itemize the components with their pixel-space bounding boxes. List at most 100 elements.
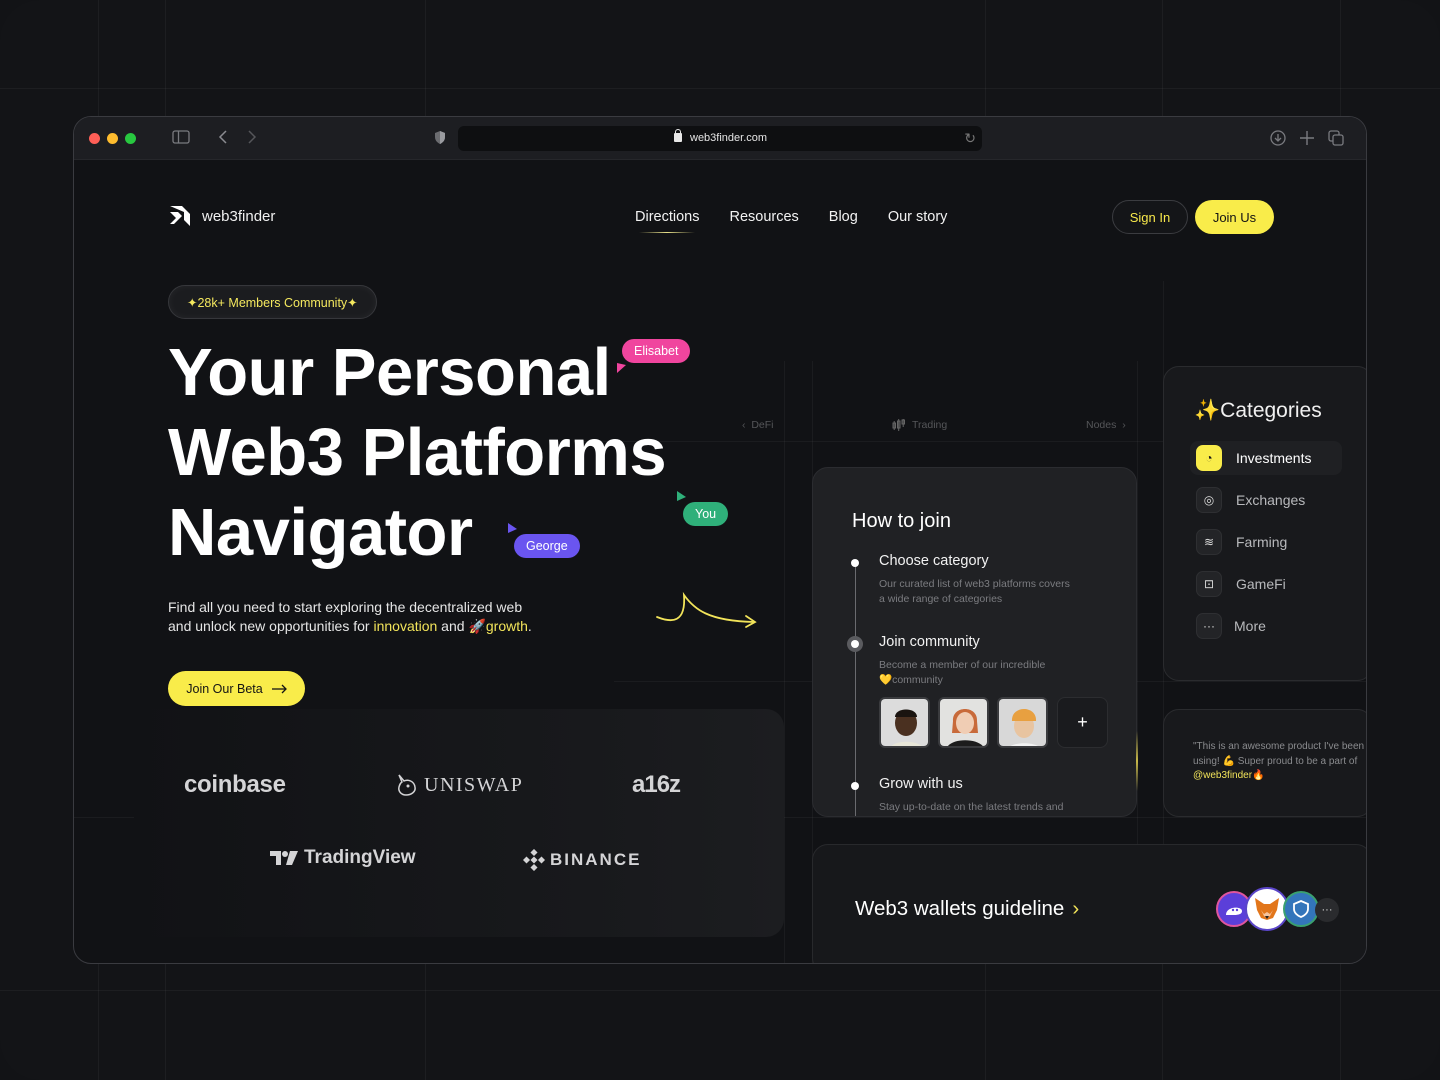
testimonial-line: using! 💪 Super proud to be a part of [1193,755,1358,767]
wallets-title-text: Web3 wallets guideline [855,897,1065,920]
carousel-prev-defi[interactable]: ‹ DeFi [742,419,774,431]
fire-icon: 🔥 [1252,770,1265,781]
step-desc: Become a member of our incredible 💛commun… [879,658,1045,688]
pie-chart-icon: ◔ [1196,445,1222,471]
address-bar[interactable]: web3finder.com ↻ [458,126,982,151]
lock-icon [674,129,682,142]
a16z-logo: a16z [632,771,681,798]
join-beta-label: Join Our Beta [186,681,263,696]
coins-icon: ◎ [1196,487,1222,513]
member-avatar[interactable] [997,697,1048,748]
category-label: Exchanges [1236,492,1306,508]
testimonial-text: "This is an awesome product I've been us… [1193,740,1366,784]
tradingview-text: TradingView [304,847,416,868]
coinbase-logo: coinbase [184,771,286,798]
close-window-button[interactable] [89,133,100,144]
timeline-dot [851,782,859,790]
category-label: GameFi [1236,576,1286,592]
binance-icon [523,849,545,871]
timeline-dot [851,559,859,567]
cursor-pointer-elisabet-icon [617,363,626,373]
chevron-right-icon: › [1072,897,1080,920]
wallets-title: Web3 wallets guideline › [855,897,1079,921]
trust-wallet-icon [1283,891,1319,927]
partners-section [134,709,784,937]
desc-line-2: and unlock new opportunities for innovat… [168,617,532,636]
wallets-guideline-card[interactable]: Web3 wallets guideline › ··· [812,844,1366,963]
candlestick-icon [892,419,905,431]
browser-window: web3finder.com ↻ web3finder Directions R… [73,116,1367,964]
category-farming[interactable]: ≋ Farming [1190,525,1342,559]
binance-logo: BINANCE [523,849,641,871]
hero-description: Find all you need to start exploring the… [168,598,532,636]
minimize-window-button[interactable] [107,133,118,144]
forward-icon[interactable] [247,129,257,148]
categories-title: ✨Categories [1194,399,1322,422]
maximize-window-button[interactable] [125,133,136,144]
step-desc-line: Stay up-to-date on the latest trends and [879,801,1064,813]
cursor-label-george: George [514,534,580,558]
highlight-growth: growth [485,618,528,634]
carousel-current-trading[interactable]: Trading [892,419,947,431]
nav-our-story[interactable]: Our story [888,209,948,225]
nav-resources[interactable]: Resources [729,209,798,225]
rocket-icon: 🚀 [468,618,486,634]
tabs-overview-icon[interactable] [1328,130,1344,149]
add-member-button[interactable]: + [1057,697,1108,748]
member-avatar[interactable] [938,697,989,748]
category-label: Investments [1236,450,1312,466]
tab-label-nodes: Nodes [1086,419,1117,431]
backdrop: web3finder.com ↻ web3finder Directions R… [0,0,1440,1080]
logo-text: web3finder [202,207,276,225]
web3finder-logo-icon [168,204,192,228]
desc-text: and [437,618,469,634]
category-label: More [1234,618,1266,634]
hand-drawn-arrow-icon [656,591,757,628]
download-icon[interactable] [1270,130,1286,149]
category-more[interactable]: ··· More [1190,609,1342,643]
uniswap-logo: UNISWAP [396,773,523,797]
stack-coins-icon: ≋ [1196,529,1222,555]
cursor-pointer-you-icon [677,491,686,501]
join-beta-button[interactable]: Join Our Beta [168,671,305,706]
category-label: Farming [1236,534,1288,550]
tradingview-icon [270,851,298,865]
hero-title-line-1: Your Personal [168,335,611,410]
join-us-button[interactable]: Join Us [1195,200,1274,234]
hero-title-line-3: Navigator [168,495,473,570]
members-badge: ✦28k+ Members Community✦ [168,285,377,319]
highlight-innovation: innovation [373,618,438,634]
cursor-label-elisabet: Elisabet [622,339,691,363]
site-logo[interactable]: web3finder [168,204,275,228]
shield-icon[interactable] [434,130,446,148]
step-desc-line: 💛community [879,674,943,686]
gamepad-icon: ⊡ [1196,571,1222,597]
reload-icon[interactable]: ↻ [964,130,976,147]
member-avatar[interactable] [879,697,930,748]
nav-blog[interactable]: Blog [829,209,858,225]
step-desc: Our curated list of web3 platforms cover… [879,577,1070,607]
more-wallets-button[interactable]: ··· [1315,898,1339,922]
categories-card: ✨Categories ◔ Investments ◎ Exchanges ≋ … [1163,366,1366,681]
sidebar-icon[interactable] [172,130,190,147]
back-icon[interactable] [218,129,228,148]
main-nav: Directions Resources Blog Our story [635,209,948,233]
category-gamefi[interactable]: ⊡ GameFi [1190,567,1342,601]
desc-text: and unlock new opportunities for [168,618,374,634]
timeline-dot-active [851,640,859,648]
sign-in-button[interactable]: Sign In [1112,200,1188,234]
step-desc: Stay up-to-date on the latest trends and [879,800,1063,815]
testimonial-handle[interactable]: @web3finder [1193,770,1252,781]
new-tab-icon[interactable] [1299,130,1315,149]
step-title: Choose category [879,553,989,569]
carousel-next-nodes[interactable]: Nodes › [1086,419,1126,431]
tab-label-trading: Trading [912,419,948,431]
nav-directions[interactable]: Directions [635,209,699,233]
category-investments[interactable]: ◔ Investments [1190,441,1342,475]
hero-title: Your Personal Web3 Platforms Navigator [168,333,667,573]
tradingview-logo: TradingView [270,847,416,869]
how-to-join-card: How to join Choose category Our curated … [812,467,1137,817]
category-exchanges[interactable]: ◎ Exchanges [1190,483,1342,517]
uniswap-text: UNISWAP [424,773,524,796]
step-title: Grow with us [879,776,963,792]
